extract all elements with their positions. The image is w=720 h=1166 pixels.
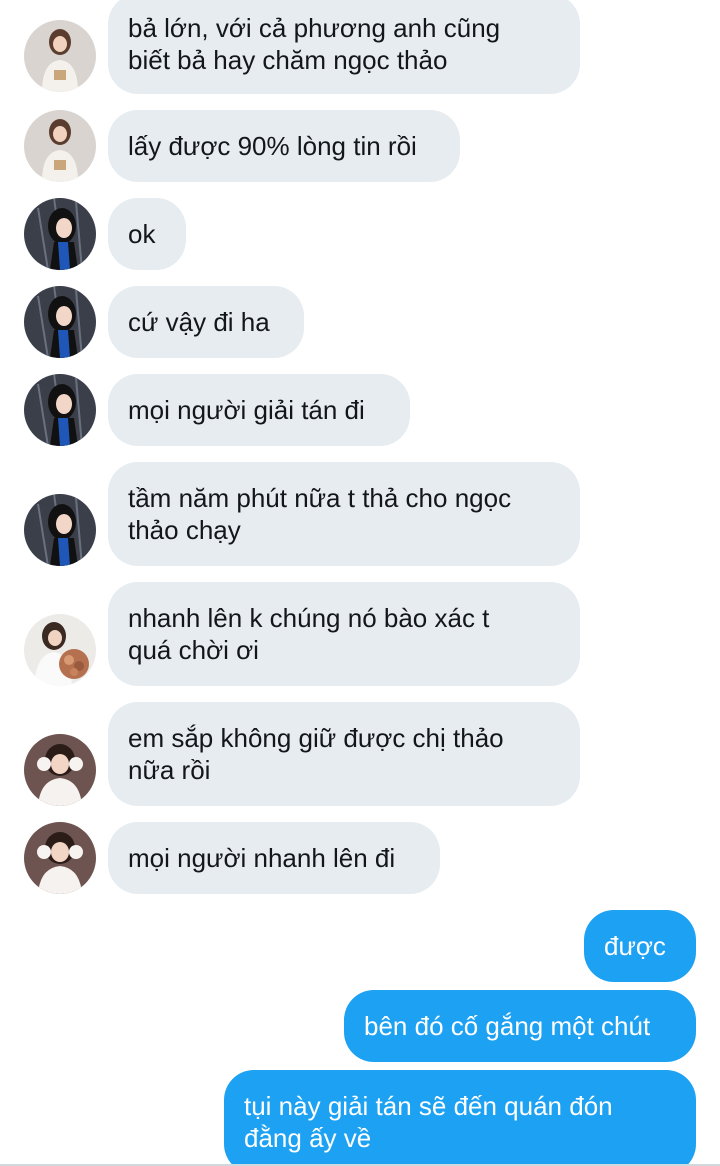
incoming-message-bubble[interactable]: nhanh lên k chúng nó bào xác t quá chời … bbox=[108, 582, 580, 686]
incoming-message-bubble[interactable]: bả lớn, với cả phương anh cũng biết bả h… bbox=[108, 0, 580, 94]
incoming-message-bubble[interactable]: em sắp không giữ được chị thảo nữa rồi bbox=[108, 702, 580, 806]
message-text: lấy được 90% lòng tin rồi bbox=[128, 131, 417, 161]
sender-avatar[interactable] bbox=[24, 20, 96, 92]
incoming-message-bubble[interactable]: mọi người nhanh lên đi bbox=[108, 822, 440, 894]
sender-avatar[interactable] bbox=[24, 494, 96, 566]
message-text: bả lớn, với cả phương anh cũng biết bả h… bbox=[128, 13, 501, 75]
avatar-dark-hair-icon bbox=[24, 198, 96, 270]
message-text: được bbox=[604, 931, 666, 961]
avatar-white-sweater-icon bbox=[24, 110, 96, 182]
sender-avatar[interactable] bbox=[24, 198, 96, 270]
outgoing-message-bubble[interactable]: bên đó cố gắng một chút bbox=[344, 990, 696, 1062]
avatar-earmuffs-icon bbox=[24, 734, 96, 806]
conversation-thread[interactable]: bả lớn, với cả phương anh cũng biết bả h… bbox=[0, 0, 720, 1166]
incoming-message-bubble[interactable]: lấy được 90% lòng tin rồi bbox=[108, 110, 460, 182]
outgoing-message-bubble[interactable]: tụi này giải tán sẽ đến quán đón đằng ấy… bbox=[224, 1070, 696, 1166]
sender-avatar[interactable] bbox=[24, 110, 96, 182]
avatar-dark-hair-icon bbox=[24, 494, 96, 566]
incoming-message-bubble[interactable]: ok bbox=[108, 198, 186, 270]
message-text: mọi người giải tán đi bbox=[128, 395, 365, 425]
avatar-white-sweater-icon bbox=[24, 20, 96, 92]
message-text: mọi người nhanh lên đi bbox=[128, 843, 396, 873]
sender-avatar[interactable] bbox=[24, 614, 96, 686]
message-text: tụi này giải tán sẽ đến quán đón đằng ấy… bbox=[244, 1091, 613, 1153]
incoming-message-bubble[interactable]: cứ vậy đi ha bbox=[108, 286, 304, 358]
sender-avatar[interactable] bbox=[24, 822, 96, 894]
message-text: nhanh lên k chúng nó bào xác t quá chời … bbox=[128, 603, 490, 665]
incoming-message-bubble[interactable]: mọi người giải tán đi bbox=[108, 374, 410, 446]
avatar-flower-bouquet-icon bbox=[24, 614, 96, 686]
sender-avatar[interactable] bbox=[24, 286, 96, 358]
avatar-dark-hair-icon bbox=[24, 286, 96, 358]
message-text: cứ vậy đi ha bbox=[128, 307, 270, 337]
message-text: tầm năm phút nữa t thả cho ngọc thảo chạ… bbox=[128, 483, 512, 545]
incoming-message-bubble[interactable]: tầm năm phút nữa t thả cho ngọc thảo chạ… bbox=[108, 462, 580, 566]
outgoing-message-bubble[interactable]: được bbox=[584, 910, 696, 982]
avatar-dark-hair-icon bbox=[24, 374, 96, 446]
avatar-earmuffs-icon bbox=[24, 822, 96, 894]
message-text: ok bbox=[128, 219, 156, 249]
sender-avatar[interactable] bbox=[24, 734, 96, 806]
sender-avatar[interactable] bbox=[24, 374, 96, 446]
message-text: bên đó cố gắng một chút bbox=[364, 1011, 651, 1041]
message-text: em sắp không giữ được chị thảo nữa rồi bbox=[128, 723, 504, 785]
